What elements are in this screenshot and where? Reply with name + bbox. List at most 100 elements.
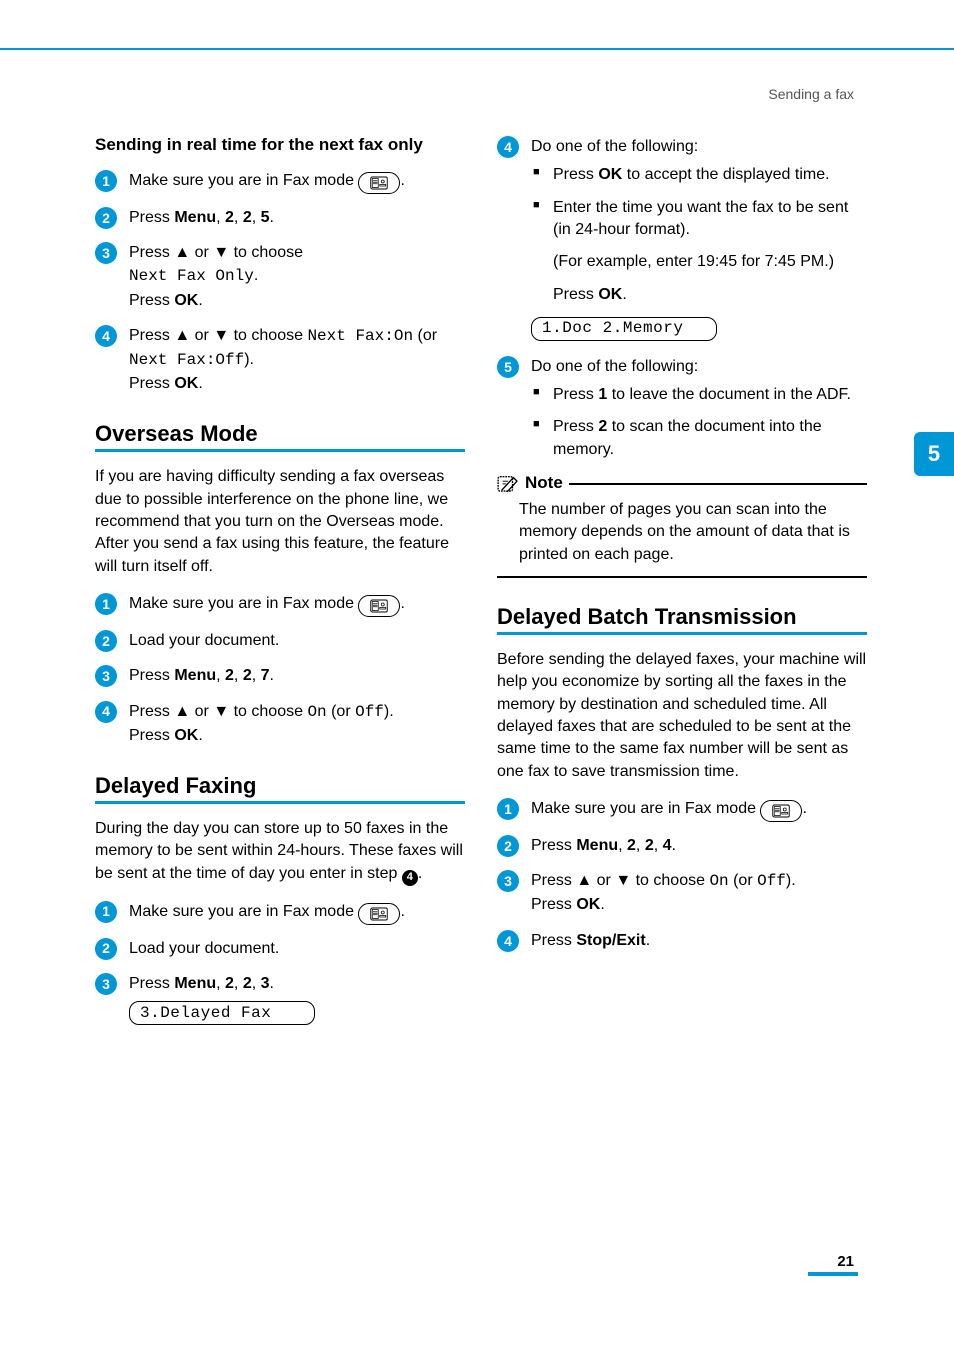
step-text: . xyxy=(400,172,404,189)
fax-mode-icon xyxy=(358,172,400,194)
t: , xyxy=(234,209,243,226)
step-number: 1 xyxy=(497,798,519,820)
realtime-steps: 1 Make sure you are in Fax mode . 2 Pres… xyxy=(95,169,465,395)
t: , xyxy=(234,975,243,992)
step-number: 2 xyxy=(95,630,117,652)
step-number: 3 xyxy=(95,973,117,995)
lcd-row: 1.Doc 2.Memory xyxy=(531,316,867,341)
t: , xyxy=(216,667,225,684)
t: , xyxy=(636,837,645,854)
step-ref-icon: 4 xyxy=(402,870,418,886)
t: ). xyxy=(384,703,394,720)
breadcrumb: Sending a fax xyxy=(768,86,854,102)
lcd-text: On xyxy=(709,872,728,890)
t: Press xyxy=(531,896,576,913)
t: Press xyxy=(129,327,174,344)
top-rule xyxy=(0,48,954,50)
t: to choose xyxy=(631,872,709,889)
t: Press xyxy=(531,837,576,854)
note-rule xyxy=(497,576,867,578)
t: to choose xyxy=(229,244,303,261)
t: Load your document. xyxy=(129,632,279,649)
page-bar xyxy=(808,1272,858,1276)
key: 2 xyxy=(225,975,234,992)
t: , xyxy=(618,837,627,854)
t: . xyxy=(646,932,650,949)
t: Press xyxy=(129,375,174,392)
down-arrow-icon: ▼ xyxy=(213,327,229,344)
step: 3 Press ▲ or ▼ to choose Next Fax Only. … xyxy=(95,241,465,312)
chapter-tab: 5 xyxy=(914,432,954,476)
note-body: The number of pages you can scan into th… xyxy=(497,499,867,566)
fax-mode-icon xyxy=(760,800,802,822)
t: . xyxy=(270,975,274,992)
t: or xyxy=(190,244,213,261)
key: 2 xyxy=(225,667,234,684)
lcd-display: 3.Delayed Fax xyxy=(129,1001,315,1025)
t: , xyxy=(216,975,225,992)
step-number: 3 xyxy=(497,870,519,892)
t: . xyxy=(622,286,626,303)
key: OK xyxy=(174,292,198,309)
list-item: Press OK to accept the displayed time. xyxy=(531,164,867,186)
t: Press xyxy=(129,975,174,992)
key: 1 xyxy=(598,386,607,403)
t: to choose xyxy=(229,703,307,720)
batch-steps: 1 Make sure you are in Fax mode . 2 Pres… xyxy=(497,797,867,952)
step: 5 Do one of the following: Press 1 to le… xyxy=(497,355,867,461)
t: . xyxy=(672,837,676,854)
step: 2 Press Menu, 2, 2, 5. xyxy=(95,206,465,229)
key: Menu xyxy=(174,667,216,684)
step: 1 Make sure you are in Fax mode . xyxy=(95,592,465,617)
step-number: 4 xyxy=(95,325,117,347)
t: or xyxy=(190,327,213,344)
step-number: 2 xyxy=(497,835,519,857)
up-arrow-icon: ▲ xyxy=(576,872,592,889)
list-item: Enter the time you want the fax to be se… xyxy=(531,197,867,242)
t: (or xyxy=(413,327,437,344)
down-arrow-icon: ▼ xyxy=(213,703,229,720)
step: 4 Press ▲ or ▼ to choose Next Fax:On (or… xyxy=(95,324,465,396)
t: Do one of the following: xyxy=(531,138,698,155)
key: 2 xyxy=(243,975,252,992)
lcd-display: 1.Doc 2.Memory xyxy=(531,317,717,341)
t: (or xyxy=(327,703,355,720)
lcd-text: Next Fax:Off xyxy=(129,351,244,369)
sub-para: Press OK. xyxy=(531,284,867,306)
t: . xyxy=(600,896,604,913)
fax-mode-icon xyxy=(358,595,400,617)
step: 3 Press Menu, 2, 2, 7. xyxy=(95,664,465,687)
t: or xyxy=(190,703,213,720)
step: 4 Do one of the following: Press OK to a… xyxy=(497,135,867,341)
key: 2 xyxy=(598,418,607,435)
t: . xyxy=(400,903,404,920)
t: , xyxy=(654,837,663,854)
t: Load your document. xyxy=(129,940,279,957)
t: . xyxy=(270,667,274,684)
key: OK xyxy=(576,896,600,913)
delayed-steps: 1 Make sure you are in Fax mode . 2 Load… xyxy=(95,900,465,995)
note-rule xyxy=(569,483,867,485)
t: Press xyxy=(553,418,598,435)
content: Sending in real time for the next fax on… xyxy=(95,135,867,1039)
t: , xyxy=(234,667,243,684)
step-number: 2 xyxy=(95,938,117,960)
step-number: 3 xyxy=(95,242,117,264)
lcd-text: On xyxy=(307,703,326,721)
key: 7 xyxy=(261,667,270,684)
realtime-title: Sending in real time for the next fax on… xyxy=(95,135,465,155)
step: 2 Load your document. xyxy=(95,937,465,960)
t: (or xyxy=(729,872,757,889)
t: Make sure you are in Fax mode xyxy=(531,800,760,817)
step-number: 1 xyxy=(95,901,117,923)
step-number: 4 xyxy=(497,136,519,158)
delayed-title: Delayed Faxing xyxy=(95,773,465,799)
step: 2 Press Menu, 2, 2, 4. xyxy=(497,834,867,857)
section-rule xyxy=(95,449,465,452)
t: Make sure you are in Fax mode xyxy=(129,595,358,612)
key: OK xyxy=(174,375,198,392)
t: Press xyxy=(129,727,174,744)
note-block: Note The number of pages you can scan in… xyxy=(497,473,867,578)
step: 4 Press ▲ or ▼ to choose On (or Off). Pr… xyxy=(95,700,465,747)
t: , xyxy=(216,209,225,226)
